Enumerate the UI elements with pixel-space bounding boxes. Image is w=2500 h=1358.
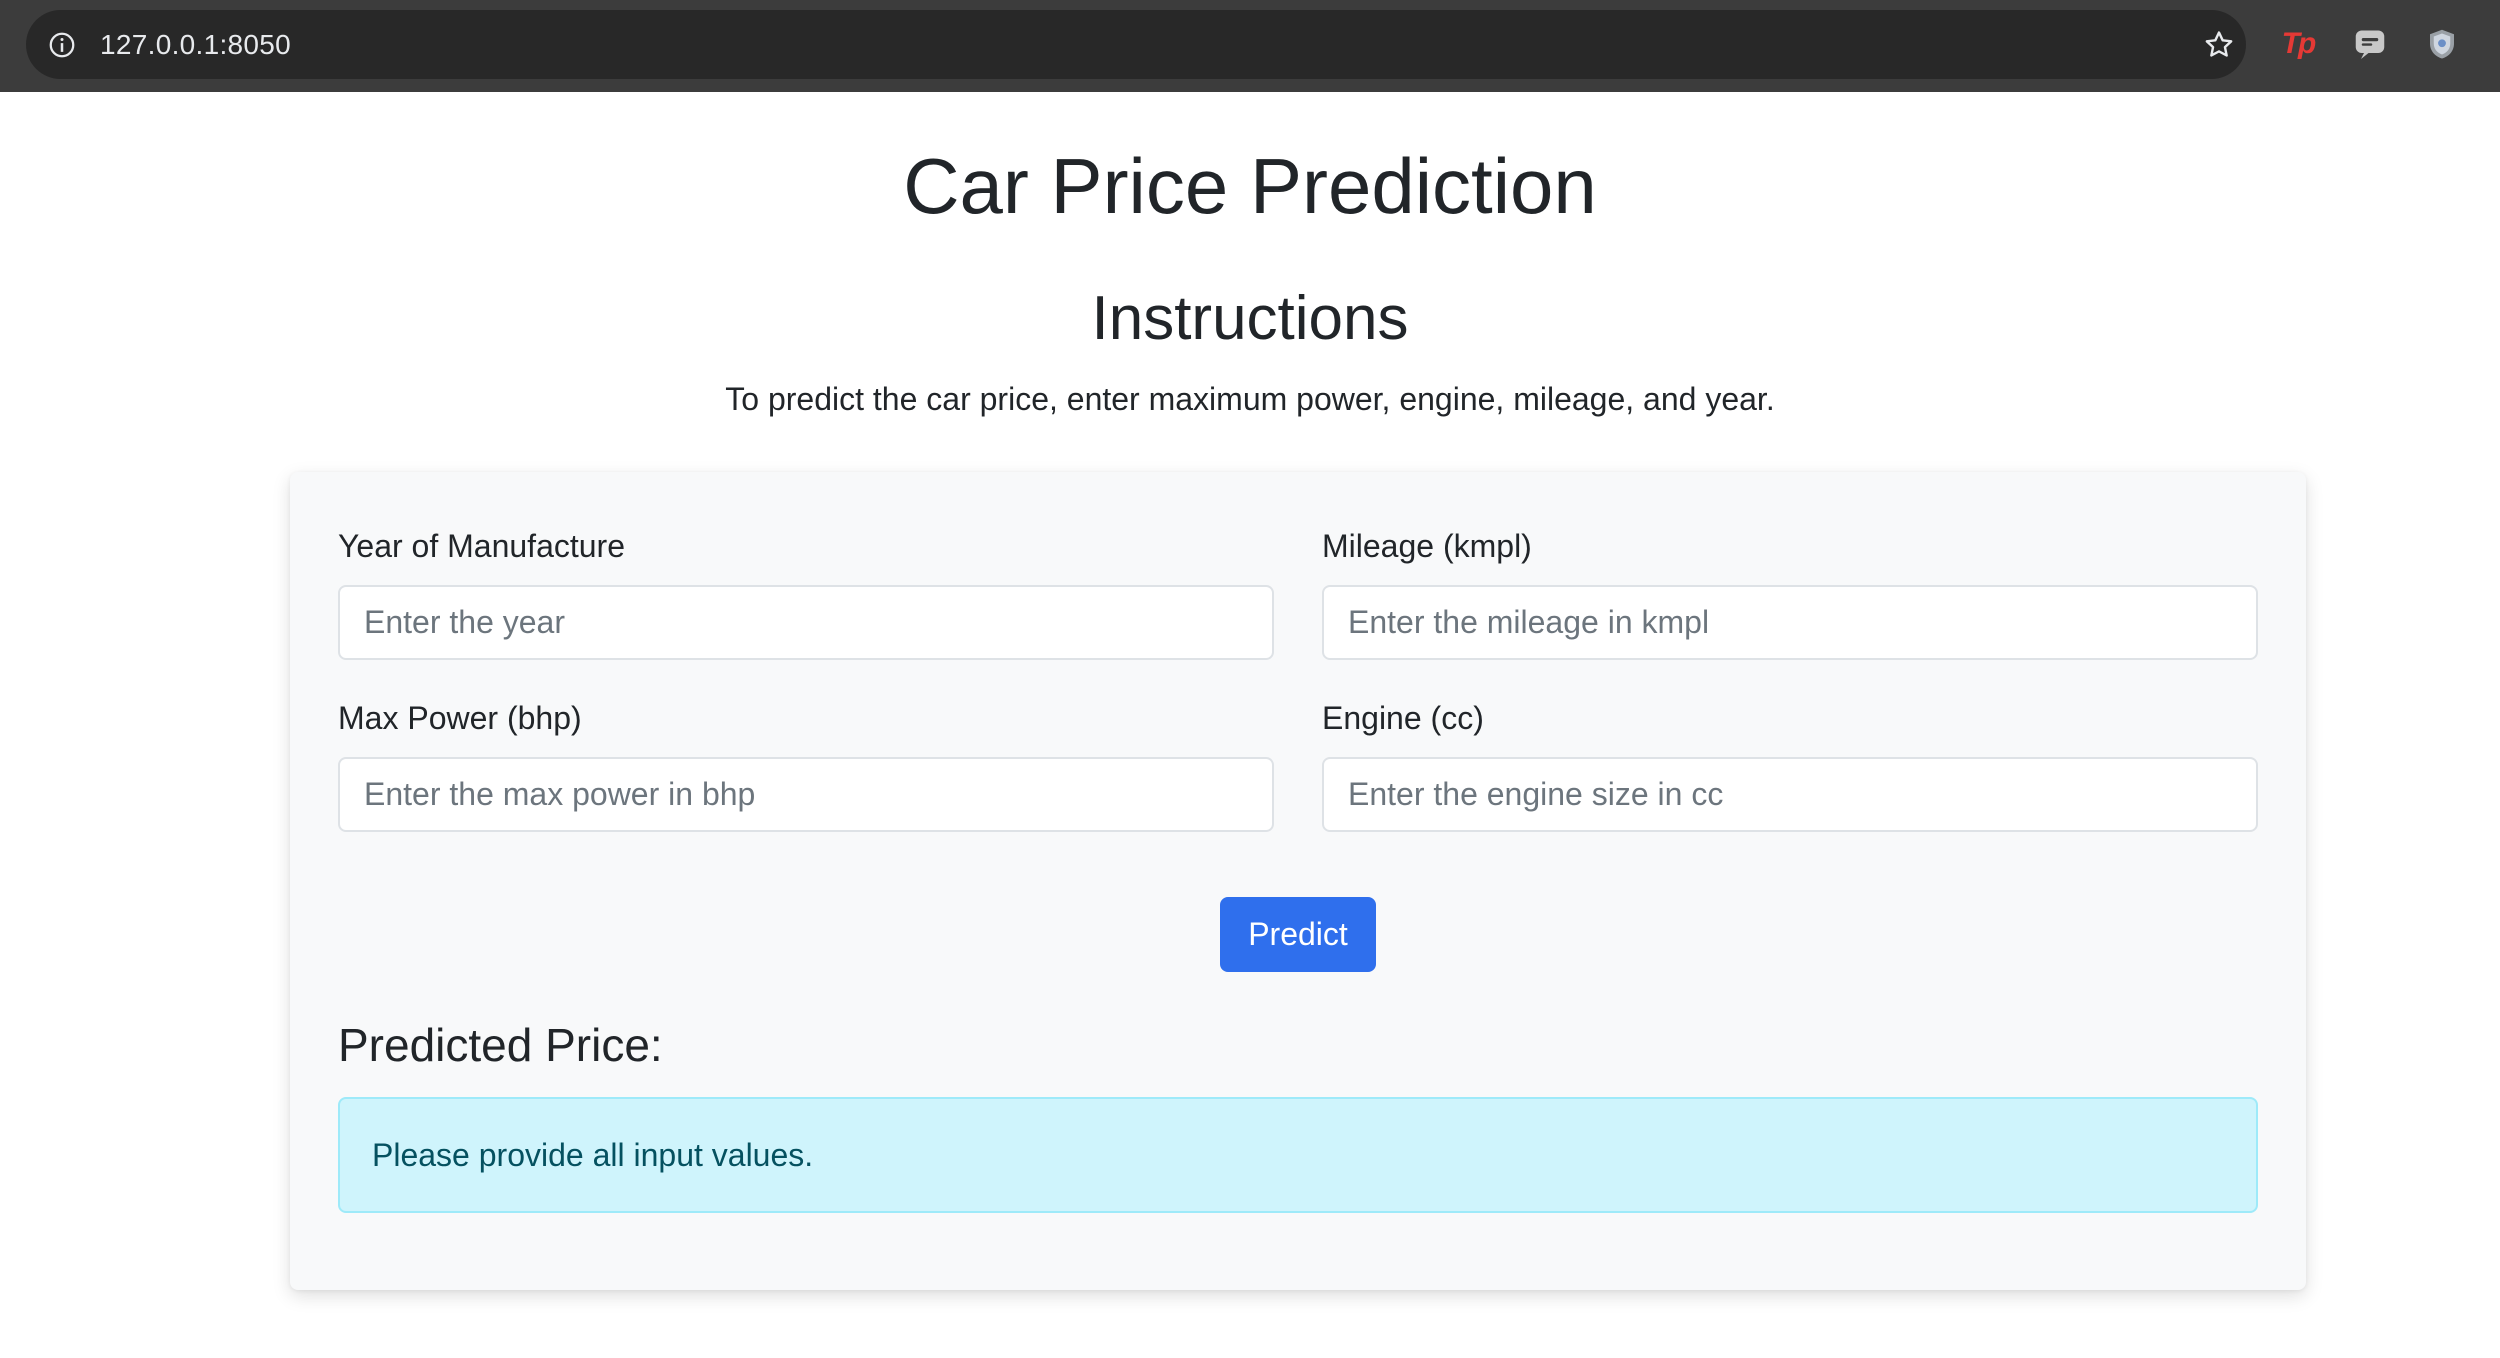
mileage-input[interactable]	[1322, 585, 2258, 660]
prediction-form-card: Year of Manufacture Mileage (kmpl) Max P…	[290, 472, 2306, 1290]
prediction-result-alert: Please provide all input values.	[338, 1097, 2258, 1213]
url-text[interactable]: 127.0.0.1:8050	[100, 27, 291, 63]
max-power-label: Max Power (bhp)	[338, 700, 582, 736]
address-bar[interactable]: 127.0.0.1:8050	[26, 10, 2246, 79]
info-icon[interactable]	[44, 27, 80, 63]
star-icon[interactable]	[2202, 28, 2236, 62]
instructions-heading: Instructions	[1091, 284, 1409, 353]
instructions-text: To predict the car price, enter maximum …	[725, 381, 1775, 417]
prediction-result-message: Please provide all input values.	[372, 1137, 814, 1173]
engine-label: Engine (cc)	[1322, 700, 1484, 736]
max-power-input[interactable]	[338, 757, 1274, 832]
mileage-label: Mileage (kmpl)	[1322, 528, 1532, 564]
year-label: Year of Manufacture	[338, 528, 625, 564]
browser-toolbar: 127.0.0.1:8050 Tp	[0, 0, 2500, 92]
shield-extension-icon[interactable]	[2422, 24, 2462, 64]
chat-extension-icon[interactable]	[2350, 24, 2390, 64]
page-title: Car Price Prediction	[903, 142, 1597, 230]
predicted-price-heading: Predicted Price:	[338, 1019, 663, 1071]
engine-input[interactable]	[1322, 757, 2258, 832]
app-page: Car Price Prediction Instructions To pre…	[0, 92, 2500, 1358]
predict-button[interactable]: Predict	[1220, 897, 1376, 972]
year-input[interactable]	[338, 585, 1274, 660]
tp-extension-icon[interactable]: Tp	[2278, 24, 2318, 64]
